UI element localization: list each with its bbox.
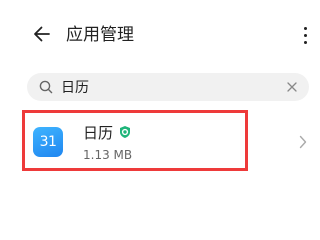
close-icon [287,82,297,92]
search-bar[interactable] [27,73,309,101]
header-bar: 应用管理 [0,0,320,72]
back-button[interactable] [28,20,56,48]
search-input[interactable] [61,76,271,98]
chevron-right-icon [299,135,307,149]
arrow-left-icon [34,26,50,42]
calendar-app-icon: 31 [33,127,63,157]
app-name: 日历 [83,124,114,142]
app-list-item[interactable]: 31 日历 1.13 MB [22,110,320,174]
more-options-button[interactable] [294,20,316,50]
clear-search-button[interactable] [283,78,301,96]
search-icon [39,80,53,94]
more-vertical-icon [303,26,307,30]
app-icon-text: 31 [39,134,57,150]
page-title: 应用管理 [66,25,134,45]
verified-shield-icon [120,126,130,138]
app-size: 1.13 MB [83,148,133,162]
